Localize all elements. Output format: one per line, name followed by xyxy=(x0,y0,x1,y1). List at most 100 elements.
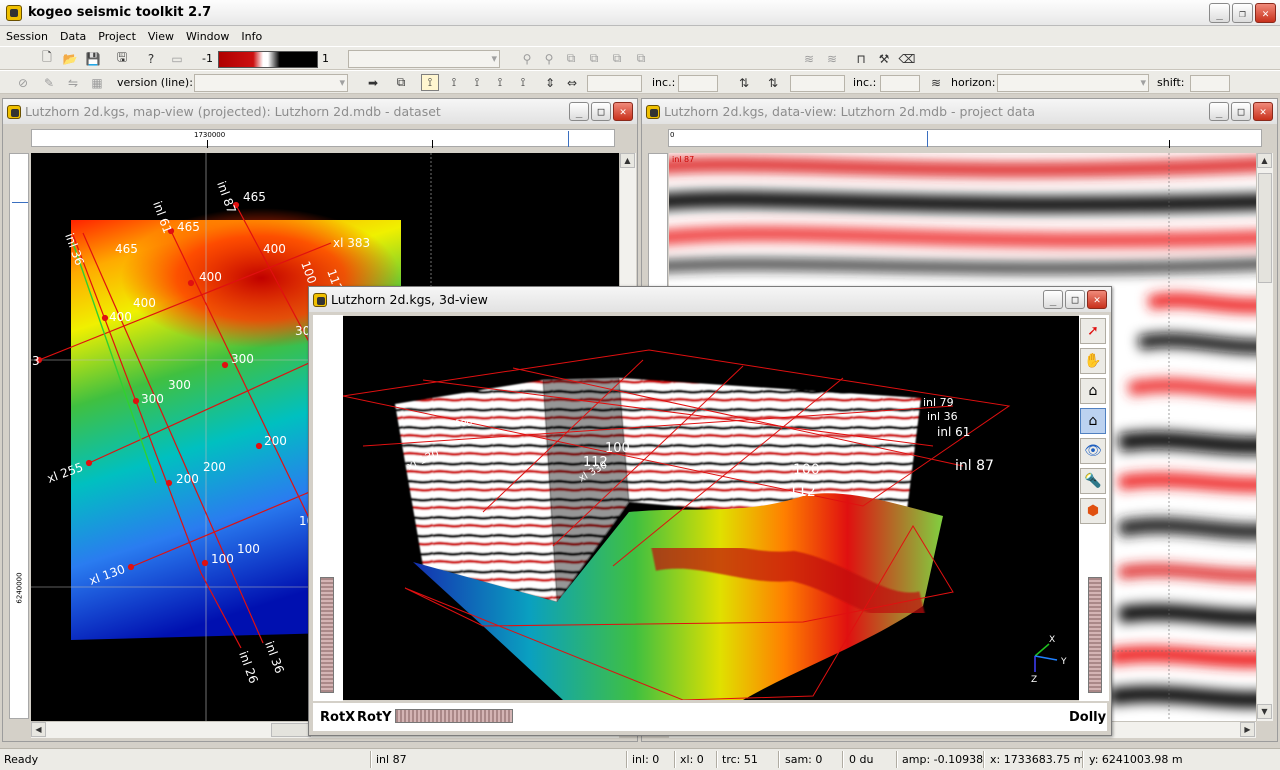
ruler-icon[interactable]: ⊓ xyxy=(852,50,870,67)
map-view-titlebar[interactable]: Lutzhorn 2d.kgs, map-view (projected): L… xyxy=(3,99,637,124)
set-home-icon[interactable]: ⌂ xyxy=(1080,408,1106,434)
map-scroll-up-icon[interactable]: ▲ xyxy=(620,153,635,168)
version-select[interactable] xyxy=(194,74,348,92)
wand-icon[interactable]: ✎ xyxy=(40,74,58,91)
pick-horizon-icon[interactable]: ⟟ xyxy=(445,74,463,91)
scale-icon[interactable]: ⇅ xyxy=(735,74,753,91)
data-scroll-down-icon[interactable]: ▼ xyxy=(1257,704,1272,719)
save-icon[interactable]: 💾 xyxy=(84,50,102,67)
inc-field-2[interactable] xyxy=(880,75,920,92)
layers-alt-icon[interactable]: ⧉ xyxy=(585,50,603,67)
horizon-icon[interactable]: ≋ xyxy=(927,74,945,91)
seek-flashlight-icon[interactable]: 🔦 xyxy=(1080,468,1106,494)
map-maximize-button[interactable]: □ xyxy=(591,102,611,121)
status-y: y: 6241003.98 m xyxy=(1089,753,1183,766)
version-label: version (line): xyxy=(117,76,193,89)
layers-delete-icon[interactable]: ⧉ xyxy=(632,50,650,67)
data-scroll-thumb[interactable] xyxy=(1258,173,1272,283)
map-label-200a: 200 xyxy=(264,434,287,448)
secondary-toolbar: ⊘ ✎ ⇋ ▦ version (line): ➡ ⧉ ⟟ ⟟ ⟟ ⟟ ⟟ ⇕ … xyxy=(0,70,1280,94)
map-minimize-button[interactable]: _ xyxy=(569,102,589,121)
data-scrollbar-v[interactable]: ▲ ▼ xyxy=(1256,153,1273,721)
data-ruler-x-label: 0 xyxy=(670,131,675,139)
map-scroll-thumb[interactable] xyxy=(271,723,311,737)
view-eye-icon[interactable]: 👁 xyxy=(1080,438,1106,464)
data-close-button[interactable]: ✕ xyxy=(1253,102,1273,121)
pick-line-icon[interactable]: ⟟ xyxy=(421,74,439,91)
wave-icon[interactable]: ≋ xyxy=(800,50,818,67)
map-close-button[interactable]: ✕ xyxy=(613,102,633,121)
menu-session[interactable]: Session xyxy=(0,30,54,43)
pick-alt-icon[interactable]: ⚲ xyxy=(540,50,558,67)
pick-alt-icon-2[interactable]: ⟟ xyxy=(468,74,486,91)
tool-icon[interactable]: ⚒ xyxy=(875,50,893,67)
data-scroll-right-icon[interactable]: ▶ xyxy=(1240,722,1255,737)
rotx-wheel[interactable] xyxy=(320,577,334,693)
3d-window-icon xyxy=(313,292,327,307)
menu-window[interactable]: Window xyxy=(180,30,235,43)
data-view-titlebar[interactable]: Lutzhorn 2d.kgs, data-view: Lutzhorn 2d.… xyxy=(642,99,1277,124)
help-icon[interactable]: ? xyxy=(142,50,160,67)
menu-data[interactable]: Data xyxy=(54,30,92,43)
status-bar: Ready inl 87 inl: 0 xl: 0 trc: 51 sam: 0… xyxy=(0,748,1280,770)
restore-button[interactable]: ❐ xyxy=(1232,3,1253,23)
shift-field[interactable] xyxy=(1190,75,1230,92)
horizon-select[interactable] xyxy=(997,74,1149,92)
color-min-label: -1 xyxy=(202,52,213,65)
data-maximize-button[interactable]: □ xyxy=(1231,102,1251,121)
data-scroll-up-icon[interactable]: ▲ xyxy=(1257,153,1272,168)
link-icon[interactable]: ⊘ xyxy=(14,74,32,91)
status-du: 0 du xyxy=(849,753,874,766)
roty-wheel[interactable] xyxy=(395,709,513,723)
map-label-inl36b: inl 36 xyxy=(262,639,287,675)
pick-mark-icon[interactable]: ⟟ xyxy=(514,74,532,91)
projection-cube-icon[interactable]: ⬢ xyxy=(1080,498,1106,524)
axis-y-label: Y xyxy=(1060,657,1067,667)
scale-alt-icon[interactable]: ⇅ xyxy=(764,74,782,91)
select-pointer-icon[interactable]: ➚ xyxy=(1080,318,1106,344)
pan-hand-icon[interactable]: ✋ xyxy=(1080,348,1106,374)
3d-canvas[interactable]: inl 79 inl 36 inl 61 inl 87 xl 130 100 1… xyxy=(343,316,1079,700)
menu-info[interactable]: Info xyxy=(235,30,268,43)
pick-red-icon[interactable]: ⟟ xyxy=(491,74,509,91)
colorscale-select[interactable] xyxy=(348,50,500,68)
data-window-icon xyxy=(646,104,660,119)
layers-edit-icon[interactable]: ⧉ xyxy=(608,50,626,67)
toggle-panel-icon[interactable]: ▭ xyxy=(168,50,186,67)
save-as-icon[interactable]: 🖫 xyxy=(113,50,131,67)
inc-stepper-2[interactable] xyxy=(790,75,845,92)
menu-view[interactable]: View xyxy=(142,30,180,43)
copy-icon[interactable]: ⧉ xyxy=(392,74,410,91)
map-scroll-left-icon[interactable]: ◀ xyxy=(31,722,46,737)
3d-maximize-button[interactable]: □ xyxy=(1065,290,1085,309)
inc-field-1[interactable] xyxy=(678,75,718,92)
map-label-400d: 400 xyxy=(109,310,132,324)
move-horizontal-icon[interactable]: ⇔ xyxy=(563,74,581,91)
table-icon[interactable]: ▦ xyxy=(88,74,106,91)
3d-view-titlebar[interactable]: Lutzhorn 2d.kgs, 3d-view _ □ ✕ xyxy=(309,287,1111,312)
dolly-wheel[interactable] xyxy=(1088,577,1102,693)
3d-minimize-button[interactable]: _ xyxy=(1043,290,1063,309)
map-label-465a: 465 xyxy=(243,190,266,204)
map-label-300a: 300 xyxy=(231,352,254,366)
compress-icon[interactable]: ⇋ xyxy=(64,74,82,91)
move-up-icon[interactable]: ⇕ xyxy=(541,74,559,91)
map-label-3: 3 xyxy=(32,354,40,368)
inc-stepper-1[interactable] xyxy=(587,75,642,92)
close-button[interactable]: ✕ xyxy=(1255,3,1276,23)
new-file-icon[interactable]: 🗋 xyxy=(38,50,56,67)
eraser-icon[interactable]: ⌫ xyxy=(898,50,916,67)
layers-icon[interactable]: ⧉ xyxy=(562,50,580,67)
data-minimize-button[interactable]: _ xyxy=(1209,102,1229,121)
home-view-icon[interactable]: ⌂ xyxy=(1080,378,1106,404)
arrow-right-icon[interactable]: ➡ xyxy=(364,74,382,91)
3d-label-inl87: inl 87 xyxy=(955,458,994,474)
inc-label-2: inc.: xyxy=(853,76,877,89)
pick-icon[interactable]: ⚲ xyxy=(518,50,536,67)
menu-project[interactable]: Project xyxy=(92,30,142,43)
wave-alt-icon[interactable]: ≋ xyxy=(823,50,841,67)
3d-close-button[interactable]: ✕ xyxy=(1087,290,1107,309)
minimize-button[interactable]: _ xyxy=(1209,3,1230,23)
open-folder-icon[interactable]: 📂 xyxy=(61,50,79,67)
map-label-300c: 300 xyxy=(141,392,164,406)
